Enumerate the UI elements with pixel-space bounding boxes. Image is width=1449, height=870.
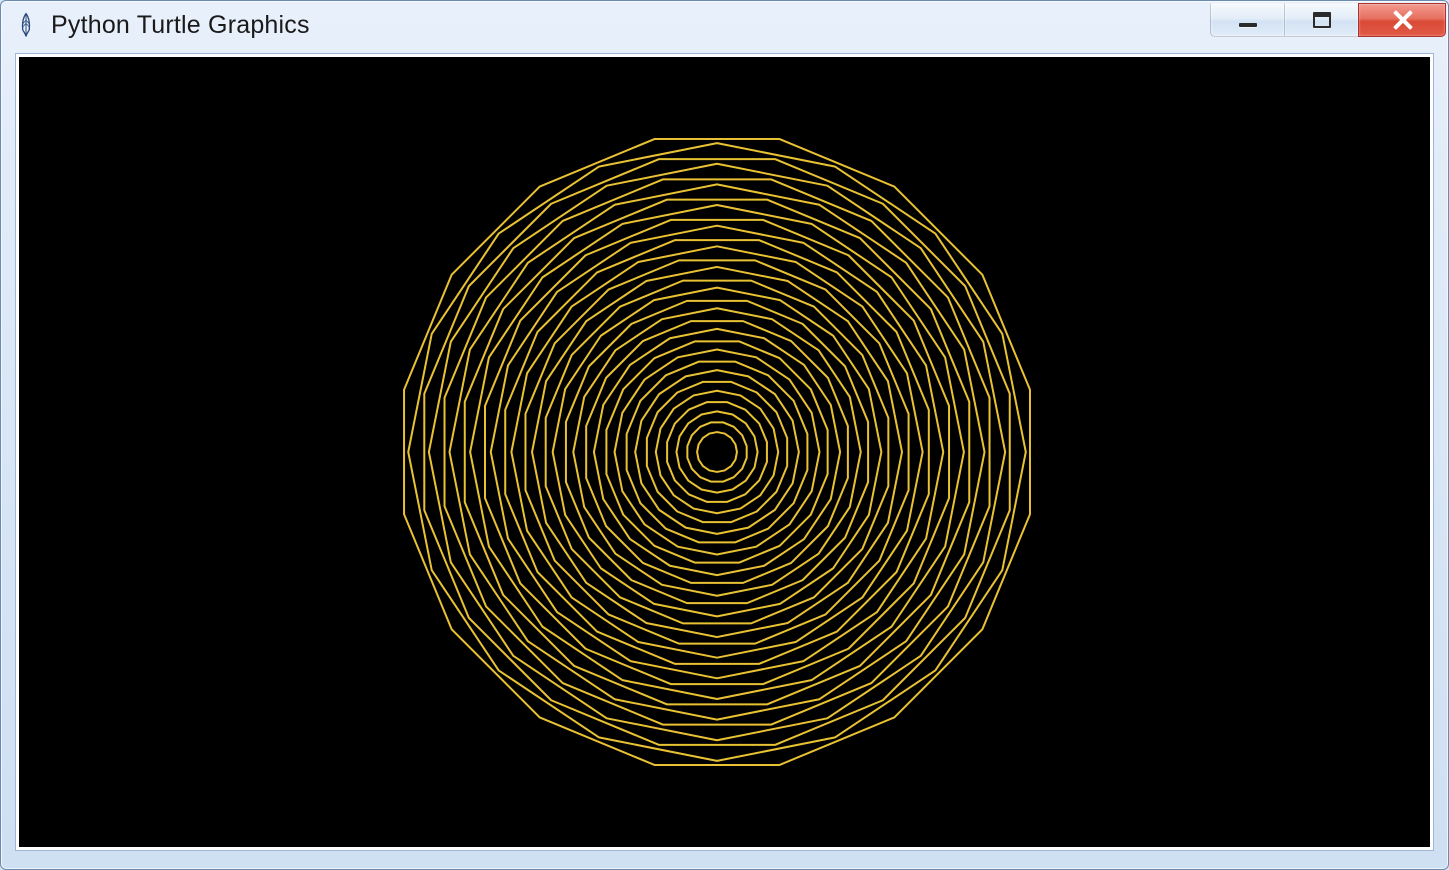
client-area — [15, 53, 1434, 851]
close-button[interactable] — [1358, 3, 1446, 37]
turtle-canvas — [19, 57, 1430, 847]
window-controls — [1210, 3, 1446, 37]
minimize-icon — [1239, 23, 1257, 27]
maximize-icon — [1313, 12, 1331, 28]
minimize-button[interactable] — [1210, 3, 1284, 37]
feather-icon — [15, 11, 37, 39]
close-icon — [1391, 9, 1413, 31]
titlebar[interactable]: Python Turtle Graphics — [1, 1, 1448, 49]
maximize-button[interactable] — [1284, 3, 1358, 37]
turtle-drawing — [19, 57, 1430, 847]
app-window: Python Turtle Graphics — [0, 0, 1449, 870]
